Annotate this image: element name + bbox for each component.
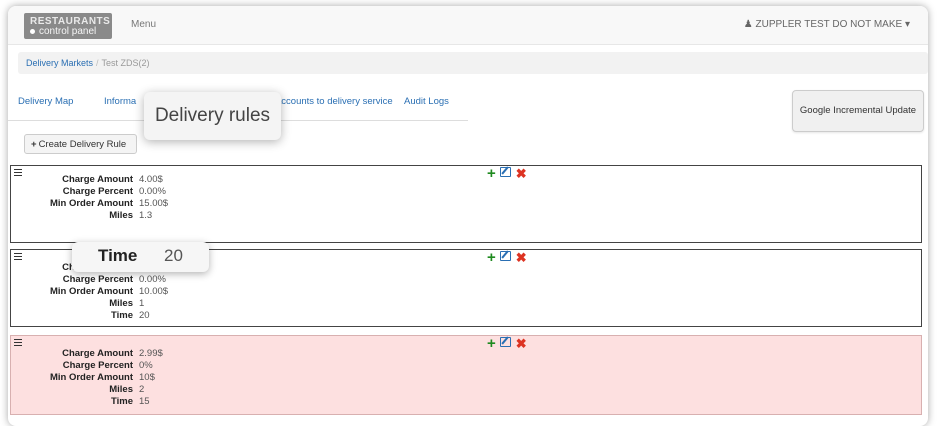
field-value: 1 bbox=[139, 298, 145, 309]
field-label: Time bbox=[110, 310, 133, 321]
field-label: Miles bbox=[109, 384, 133, 395]
nav-menu-link[interactable]: Menu bbox=[131, 19, 156, 30]
tab-delivery-map[interactable]: Delivery Map bbox=[18, 96, 73, 107]
rule-actions: + ✖ bbox=[487, 335, 527, 352]
add-icon[interactable]: + bbox=[487, 249, 496, 266]
rule-actions: + ✖ bbox=[487, 165, 527, 182]
field-label: Min Order Amount bbox=[49, 286, 133, 297]
tab-accounts[interactable]: accounts to delivery service bbox=[276, 96, 393, 107]
field-value: 2.99$ bbox=[139, 348, 163, 359]
delete-icon[interactable]: ✖ bbox=[516, 336, 527, 351]
field-label: Min Order Amount bbox=[49, 372, 133, 383]
app-window: RESTAURANTS control panel Menu ♟ ZUPPLER… bbox=[8, 6, 928, 426]
add-icon[interactable]: + bbox=[487, 335, 496, 352]
field-value: 20 bbox=[139, 310, 150, 321]
delete-icon[interactable]: ✖ bbox=[516, 250, 527, 265]
field-label: Miles bbox=[109, 298, 133, 309]
field-value: 2 bbox=[139, 384, 145, 395]
tab-audit-logs[interactable]: Audit Logs bbox=[404, 96, 449, 107]
time-callout: Time 20 bbox=[72, 242, 209, 272]
field-label: Time bbox=[110, 396, 133, 407]
add-icon[interactable]: + bbox=[487, 165, 496, 182]
user-menu[interactable]: ♟ ZUPPLER TEST DO NOT MAKE ▾ bbox=[744, 19, 910, 30]
field-value: 0.00% bbox=[139, 274, 166, 285]
field-label: Min Order Amount bbox=[49, 198, 133, 209]
top-navbar: RESTAURANTS control panel Menu ♟ ZUPPLER… bbox=[8, 6, 928, 45]
field-label: Charge Amount bbox=[62, 174, 133, 185]
breadcrumb-delivery-markets[interactable]: Delivery Markets bbox=[26, 58, 93, 68]
tab-information[interactable]: Informa bbox=[104, 96, 136, 107]
user-icon: ♟ bbox=[743, 19, 753, 30]
time-callout-label: Time bbox=[98, 246, 138, 265]
dot-icon bbox=[30, 28, 35, 34]
caret-down-icon: ▾ bbox=[904, 19, 910, 30]
google-incremental-update-button[interactable]: Google Incremental Update bbox=[792, 90, 924, 132]
plus-icon: + bbox=[31, 139, 37, 150]
delivery-rule-panel-highlighted: + ✖ Charge Amount 2.99$ Charge Percent 0% M… bbox=[10, 335, 922, 415]
rule-actions: + ✖ bbox=[487, 249, 527, 266]
delete-icon[interactable]: ✖ bbox=[516, 166, 527, 181]
breadcrumb-separator: / bbox=[96, 58, 99, 68]
field-value: 0.00% bbox=[139, 186, 166, 197]
delivery-rule-panel: + ✖ Charge Amount 4.00$ Charge Percent 0.00… bbox=[10, 165, 922, 243]
field-value: 1.3 bbox=[139, 210, 153, 221]
edit-icon[interactable] bbox=[499, 337, 511, 347]
create-delivery-rule-button[interactable]: + Create Delivery Rule bbox=[24, 134, 137, 154]
field-label: Charge Percent bbox=[62, 360, 133, 371]
time-callout-value: 20 bbox=[164, 246, 183, 265]
breadcrumb-current: Test ZDS(2) bbox=[101, 58, 150, 68]
field-value: 10$ bbox=[139, 372, 155, 383]
breadcrumb: Delivery Markets / Test ZDS(2) bbox=[18, 52, 928, 74]
delivery-rules-callout: Delivery rules bbox=[144, 92, 281, 140]
field-label: Charge Percent bbox=[62, 274, 133, 285]
edit-icon[interactable] bbox=[499, 251, 511, 261]
field-value: 0% bbox=[139, 360, 153, 371]
user-name: ZUPPLER TEST DO NOT MAKE bbox=[755, 19, 903, 30]
brand-subtitle: control panel bbox=[30, 26, 96, 37]
edit-icon[interactable] bbox=[499, 167, 511, 177]
field-value: 4.00$ bbox=[139, 174, 163, 185]
list-icon bbox=[14, 339, 22, 346]
field-value: 15.00$ bbox=[139, 198, 169, 209]
field-label: Miles bbox=[109, 210, 133, 221]
field-value: 10.00$ bbox=[139, 286, 169, 297]
brand-logo[interactable]: RESTAURANTS control panel bbox=[24, 13, 112, 39]
list-icon bbox=[14, 253, 22, 260]
create-delivery-rule-label: Create Delivery Rule bbox=[38, 139, 127, 150]
field-label: Charge Percent bbox=[62, 186, 133, 197]
field-label: Charge Amount bbox=[62, 348, 133, 359]
field-value: 15 bbox=[139, 396, 150, 407]
brand-subtitle-text: control panel bbox=[39, 26, 97, 37]
